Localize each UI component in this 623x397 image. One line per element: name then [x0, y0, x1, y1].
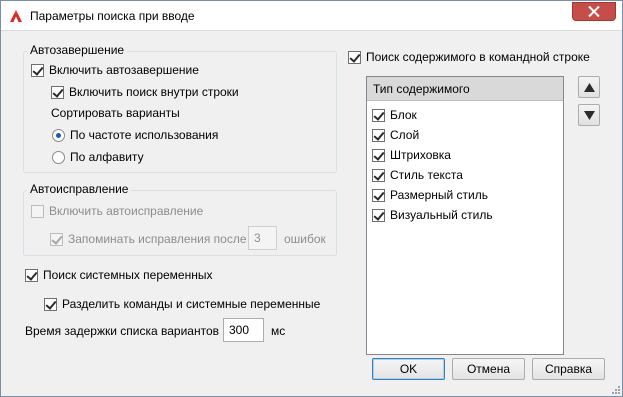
- checkbox-box: [348, 50, 361, 64]
- move-up-button[interactable]: [578, 76, 600, 98]
- checkbox-box: [25, 268, 38, 282]
- enable-autocorrect-checkbox[interactable]: Включить автоисправление: [31, 204, 203, 218]
- autocad-logo-icon: [10, 10, 22, 22]
- search-in-string-checkbox[interactable]: Включить поиск внутри строки: [51, 85, 239, 99]
- autocorrect-group-label: Автоисправление: [27, 182, 132, 196]
- sort-by-frequency-label: По частоте использования: [70, 128, 219, 142]
- help-button[interactable]: Справка: [532, 358, 605, 380]
- content-type-list[interactable]: Тип содержимого Блок Слой Штриховка Стил…: [366, 76, 564, 355]
- enable-autocomplete-checkbox[interactable]: Включить автозавершение: [31, 63, 199, 77]
- checkbox-box: [44, 297, 57, 311]
- window-title: Параметры поиска при вводе: [30, 9, 195, 23]
- search-in-string-label: Включить поиск внутри строки: [69, 85, 239, 99]
- sort-by-frequency-radio[interactable]: По частоте использования: [52, 128, 218, 142]
- errors-suffix-label: ошибок: [284, 232, 326, 246]
- search-system-variables-label: Поиск системных переменных: [43, 268, 213, 282]
- checkbox-box: [372, 168, 385, 182]
- delay-label: Время задержки списка вариантов: [25, 324, 219, 338]
- list-item-label: Блок: [390, 108, 417, 122]
- triangle-down-icon: [584, 111, 595, 120]
- separate-commands-label: Разделить команды и системные переменные: [62, 297, 321, 311]
- list-item[interactable]: Слой: [372, 128, 419, 142]
- list-item[interactable]: Визуальный стиль: [372, 208, 493, 222]
- list-item-label: Слой: [390, 128, 420, 142]
- search-system-variables-checkbox[interactable]: Поиск системных переменных: [25, 268, 212, 282]
- list-item-label: Стиль текста: [390, 168, 463, 182]
- remember-corrections-checkbox[interactable]: Запоминать исправления после: [50, 232, 247, 246]
- radio-circle: [52, 128, 65, 142]
- checkbox-box: [31, 63, 44, 77]
- close-icon: [588, 6, 600, 17]
- separate-commands-checkbox[interactable]: Разделить команды и системные переменные: [44, 297, 320, 311]
- delay-input[interactable]: 300: [223, 318, 264, 342]
- list-item[interactable]: Стиль текста: [372, 168, 463, 182]
- sort-alphabetical-radio[interactable]: По алфавиту: [52, 150, 144, 164]
- checkbox-box: [372, 108, 385, 122]
- enable-autocorrect-label: Включить автоисправление: [49, 204, 204, 218]
- remember-corrections-label: Запоминать исправления после: [68, 232, 247, 246]
- checkbox-box: [372, 188, 385, 202]
- checkbox-box: [372, 208, 385, 222]
- errors-count-input[interactable]: 3: [248, 226, 277, 250]
- checkbox-box: [372, 128, 385, 142]
- list-item[interactable]: Блок: [372, 108, 417, 122]
- list-item-label: Визуальный стиль: [390, 208, 493, 222]
- autocorrect-group: [23, 190, 337, 256]
- sort-label: Сортировать варианты: [51, 106, 180, 120]
- delay-unit-label: мс: [271, 324, 286, 338]
- dialog-window: Параметры поиска при вводе Автозавершени…: [0, 0, 623, 397]
- ok-button[interactable]: OK: [372, 358, 445, 380]
- triangle-up-icon: [584, 83, 595, 92]
- sort-alphabetical-label: По алфавиту: [70, 150, 144, 164]
- enable-autocomplete-label: Включить автозавершение: [49, 63, 199, 77]
- list-item-label: Штриховка: [390, 148, 451, 162]
- title-bar[interactable]: Параметры поиска при вводе: [1, 1, 622, 31]
- move-down-button[interactable]: [578, 104, 600, 126]
- content-type-list-header: Тип содержимого: [367, 77, 563, 101]
- content-search-label: Поиск содержимого в командной строке: [366, 50, 590, 64]
- list-item[interactable]: Размерный стиль: [372, 188, 488, 202]
- cancel-button[interactable]: Отмена: [452, 358, 525, 380]
- checkbox-box: [31, 204, 44, 218]
- checkbox-box: [372, 148, 385, 162]
- list-item-label: Размерный стиль: [390, 188, 488, 202]
- resize-grip-icon[interactable]: [610, 384, 620, 394]
- close-button[interactable]: [572, 2, 616, 21]
- list-item[interactable]: Штриховка: [372, 148, 451, 162]
- checkbox-box: [50, 232, 63, 246]
- checkbox-box: [51, 85, 64, 99]
- content-search-checkbox[interactable]: Поиск содержимого в командной строке: [348, 50, 590, 64]
- autocomplete-group-label: Автозавершение: [27, 43, 128, 57]
- radio-circle: [52, 150, 65, 164]
